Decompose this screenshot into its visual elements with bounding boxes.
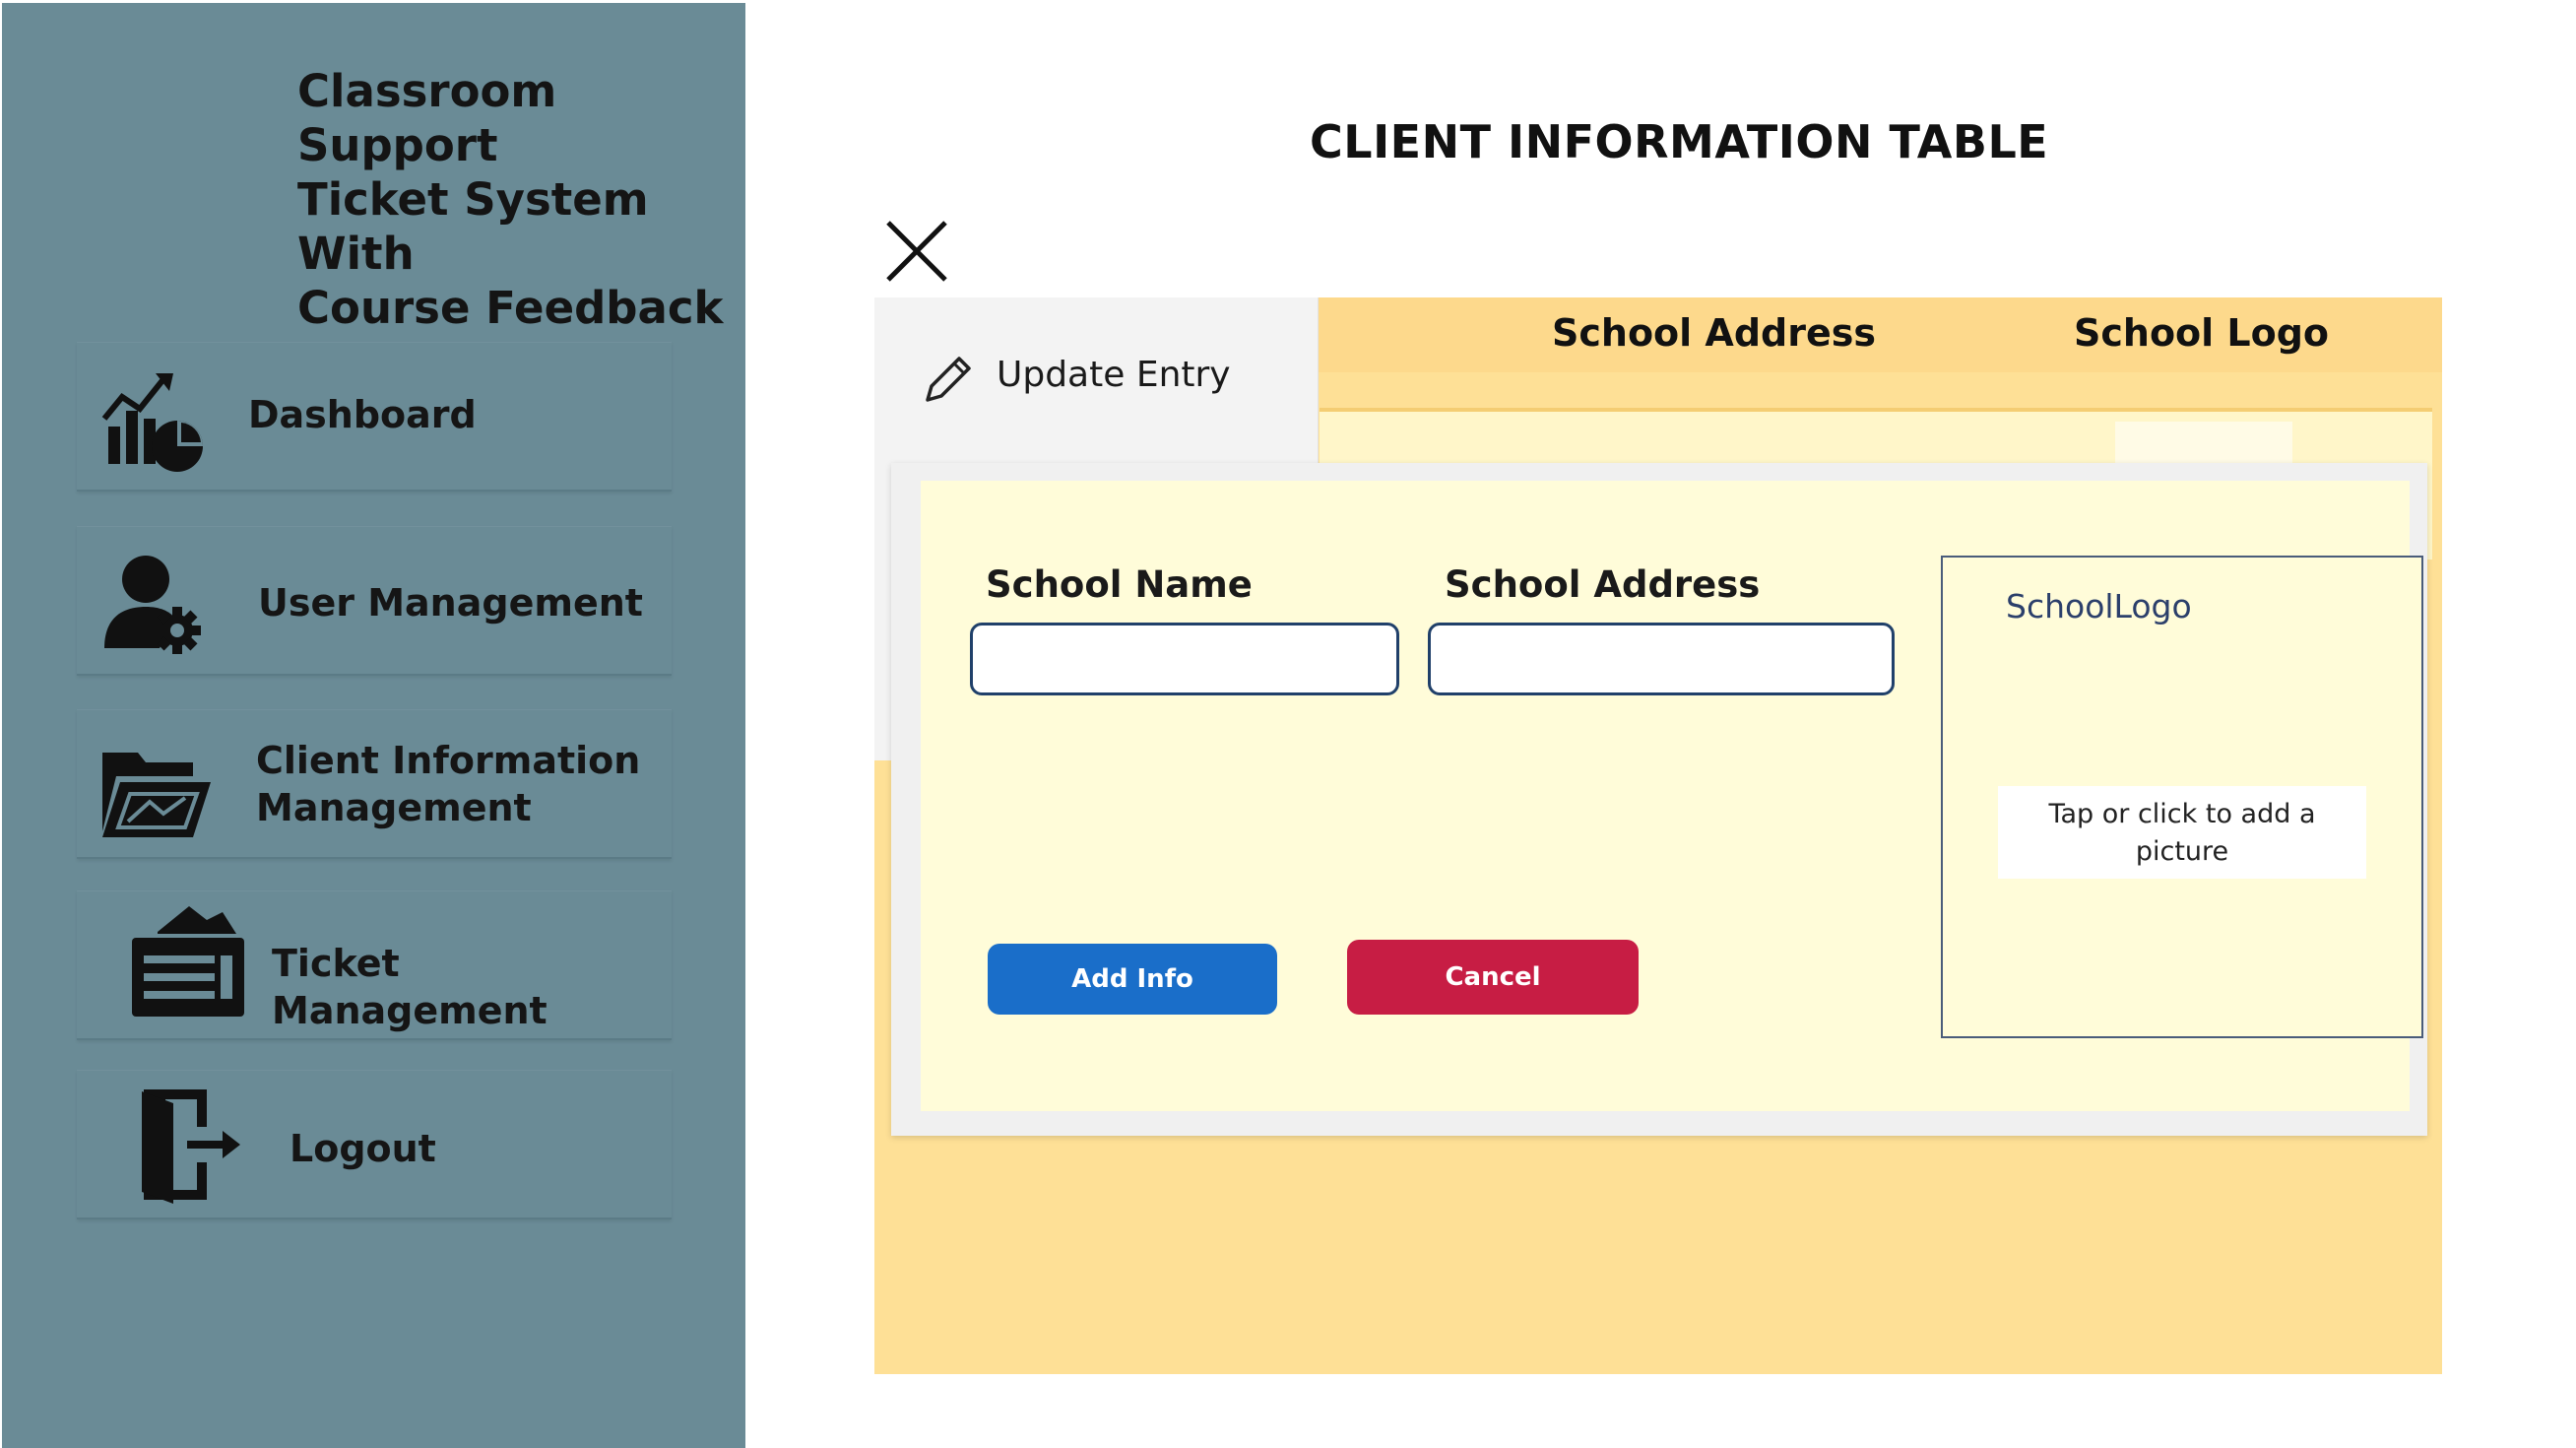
logout-door-icon [142,1089,240,1204]
sidebar-item-ticket-management[interactable]: Ticket Management [77,890,672,1040]
add-client-dialog: School Name School Address SchoolLogo Ta… [891,463,2427,1136]
sidebar-item-label: Logout [290,1127,436,1170]
user-settings-icon [104,556,201,654]
update-entry-label: Update Entry [997,355,1231,395]
school-logo-picker[interactable]: SchoolLogo Tap or click to add a picture [1941,556,2423,1038]
dialog-form: School Name School Address SchoolLogo Ta… [921,481,2423,1111]
update-entry-tab[interactable]: Update Entry [874,297,1318,455]
school-name-input[interactable] [970,623,1399,695]
sidebar-item-label-line-1: Client Information [256,739,641,782]
add-picture-text-line-2: picture [2135,836,2229,867]
page-title: CLIENT INFORMATION TABLE [1310,115,2049,168]
ticket-box-icon [132,906,244,1017]
school-address-input[interactable] [1428,623,1895,695]
sidebar-item-label: Ticket Management [272,942,547,1032]
app-title-line-1: Classroom Support [297,65,557,171]
sidebar-item-client-information[interactable]: Client Information Management [77,709,672,859]
dashboard-chart-icon [101,373,203,472]
add-info-button[interactable]: Add Info [988,944,1277,1015]
add-picture-button[interactable]: Tap or click to add a picture [1998,786,2366,879]
sidebar-item-dashboard[interactable]: Dashboard [77,342,672,492]
column-header-school-logo: School Logo [2074,311,2330,355]
school-name-label: School Name [986,563,1253,606]
sidebar-item-label: User Management [258,581,643,625]
sidebar-item-label: Dashboard [248,393,477,436]
school-address-label: School Address [1445,563,1761,606]
close-icon[interactable] [882,217,951,286]
pencil-icon [926,357,971,402]
column-header-school-address: School Address [1552,311,1876,355]
school-logo-label: SchoolLogo [2006,587,2192,625]
sidebar: Classroom Support Ticket System With Cou… [2,3,745,1448]
app-title: Classroom Support Ticket System With Cou… [297,64,731,335]
sidebar-item-user-management[interactable]: User Management [77,526,672,676]
add-picture-text-line-1: Tap or click to add a [2048,799,2316,829]
cancel-button[interactable]: Cancel [1347,940,1639,1015]
sidebar-item-label-line-2: Management [256,786,532,829]
app-title-line-2: Ticket System With [297,173,649,280]
sidebar-item-logout[interactable]: Logout [77,1070,672,1219]
open-folder-icon [102,753,211,837]
app-title-line-3: Course Feedback [297,282,724,334]
